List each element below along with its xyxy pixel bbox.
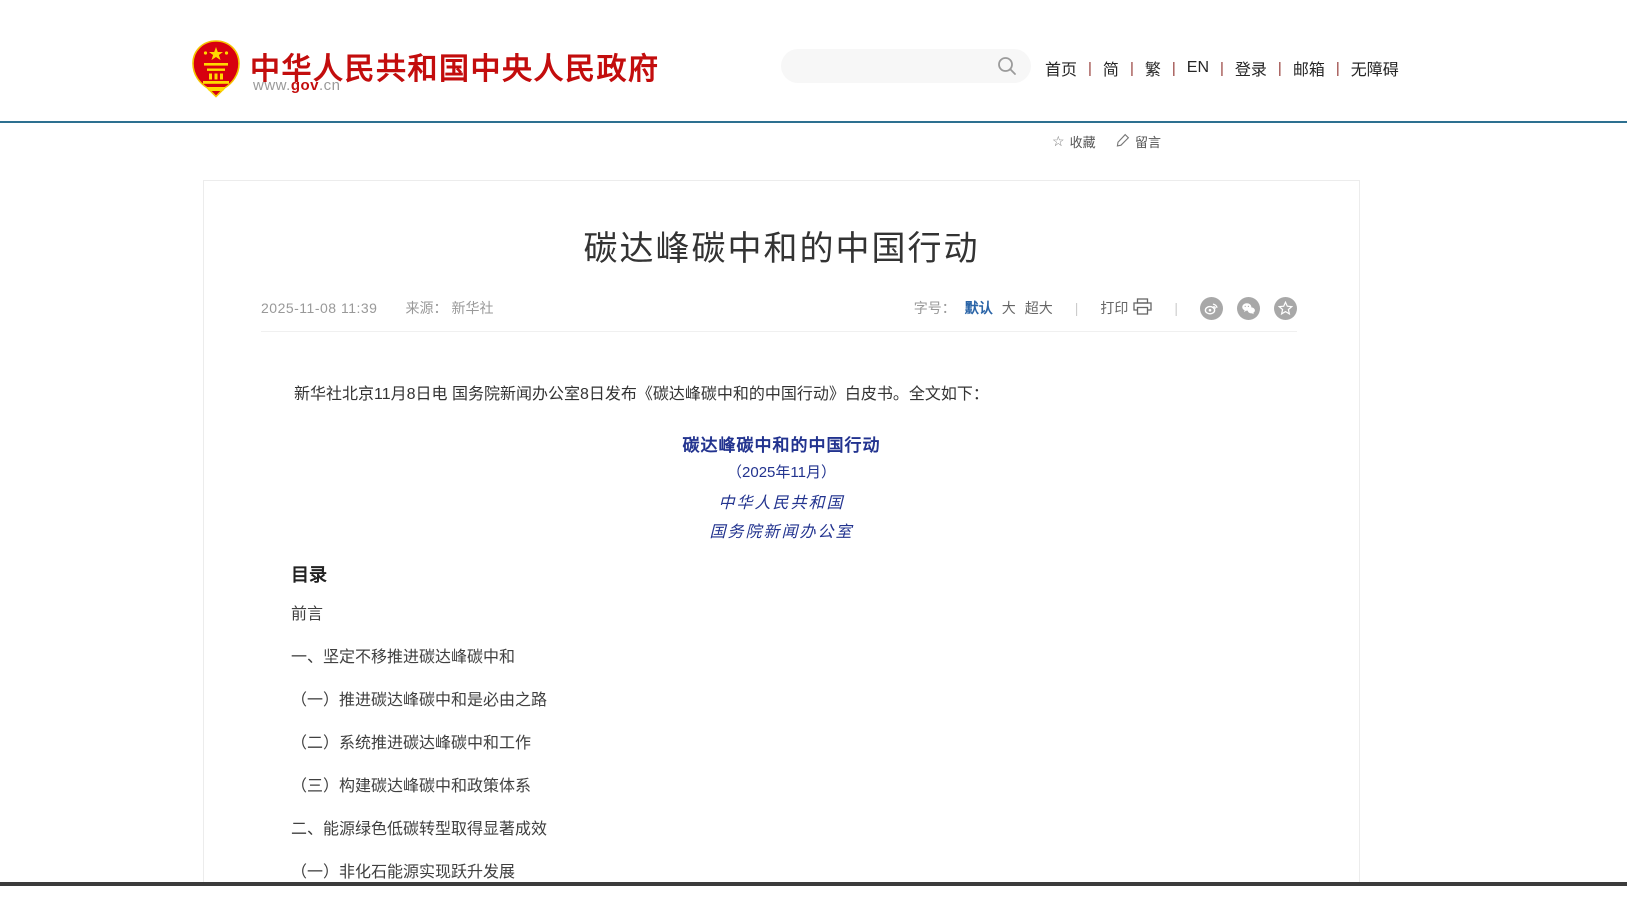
nav-home[interactable]: 首页 — [1045, 56, 1077, 80]
star-share-icon[interactable] — [1274, 297, 1297, 320]
print-label: 打印 — [1100, 298, 1128, 318]
toc-item: （一）推进碳达峰碳中和是必由之路 — [291, 691, 547, 711]
wechat-share-icon[interactable] — [1237, 297, 1260, 320]
national-emblem-icon[interactable] — [191, 40, 241, 98]
message-button[interactable]: 留言 — [1116, 132, 1161, 151]
share-icons — [1200, 297, 1297, 320]
pencil-icon — [1116, 133, 1130, 150]
toc-item: 二、能源绿色低碳转型取得显著成效 — [291, 820, 547, 840]
site-url-suffix: .cn — [319, 77, 341, 94]
favorite-label: 收藏 — [1070, 132, 1096, 151]
favorite-button[interactable]: ☆ 收藏 — [1052, 132, 1096, 151]
toc-heading: 目录 — [291, 561, 327, 587]
source-value: 新华社 — [451, 298, 493, 318]
site-url-prefix: www. — [253, 77, 291, 94]
nav-english[interactable]: EN — [1187, 59, 1209, 77]
meta-separator: | — [1075, 300, 1079, 316]
printer-icon — [1133, 298, 1152, 318]
toc-item: 一、坚定不移推进碳达峰碳中和 — [291, 648, 547, 668]
header-divider — [0, 121, 1627, 123]
site-url-highlight: gov — [291, 77, 319, 94]
nav-login[interactable]: 登录 — [1235, 56, 1267, 80]
nav-mailbox[interactable]: 邮箱 — [1293, 56, 1325, 80]
document-issuer-country: 中华人民共和国 — [204, 489, 1359, 513]
article-meta-right: 字号： 默认 大 超大 | 打印 | — [914, 297, 1297, 320]
article-title: 碳达峰碳中和的中国行动 — [204, 221, 1359, 270]
font-size-xlarge[interactable]: 超大 — [1025, 298, 1053, 318]
article-container: 碳达峰碳中和的中国行动 2025-11-08 11:39 来源： 新华社 字号：… — [203, 180, 1360, 882]
star-icon: ☆ — [1052, 133, 1065, 150]
toc-item: （二）系统推进碳达峰碳中和工作 — [291, 734, 547, 754]
nav-separator: | — [1130, 60, 1134, 77]
font-size-label: 字号： — [914, 298, 956, 318]
document-issuer-office: 国务院新闻办公室 — [204, 518, 1359, 542]
nav-simplified[interactable]: 简 — [1103, 56, 1119, 80]
site-url[interactable]: www.gov.cn — [253, 77, 341, 94]
document-title: 碳达峰碳中和的中国行动 — [204, 431, 1359, 456]
toc-item: （三）构建碳达峰碳中和政策体系 — [291, 777, 547, 797]
search-box[interactable] — [781, 49, 1031, 83]
nav-separator: | — [1278, 60, 1282, 77]
nav-separator: | — [1336, 60, 1340, 77]
font-size-large[interactable]: 大 — [1002, 298, 1016, 318]
nav-separator: | — [1172, 60, 1176, 77]
article-meta-left: 2025-11-08 11:39 来源： 新华社 — [261, 298, 493, 318]
font-size-default[interactable]: 默认 — [965, 298, 993, 318]
document-date: （2025年11月） — [204, 461, 1359, 482]
search-icon[interactable] — [996, 55, 1018, 77]
print-button[interactable]: 打印 — [1100, 298, 1152, 318]
publish-date: 2025-11-08 11:39 — [261, 300, 377, 316]
window-bottom-edge — [0, 882, 1627, 886]
toc-item: 前言 — [291, 605, 547, 625]
source-label: 来源： — [405, 298, 447, 318]
nav-separator: | — [1220, 60, 1224, 77]
search-input[interactable] — [797, 49, 997, 83]
meta-separator: | — [1174, 300, 1178, 316]
table-of-contents: 前言 一、坚定不移推进碳达峰碳中和 （一）推进碳达峰碳中和是必由之路 （二）系统… — [291, 605, 547, 882]
meta-divider — [261, 331, 1297, 332]
lead-paragraph: 新华社北京11月8日电 国务院新闻办公室8日发布《碳达峰碳中和的中国行动》白皮书… — [262, 382, 1304, 408]
article-meta: 2025-11-08 11:39 来源： 新华社 字号： 默认 大 超大 | 打… — [261, 295, 1297, 321]
top-nav: 首页 | 简 | 繁 | EN | 登录 | 邮箱 | 无障碍 — [1045, 56, 1399, 80]
nav-accessibility[interactable]: 无障碍 — [1351, 56, 1399, 80]
nav-traditional[interactable]: 繁 — [1145, 56, 1161, 80]
message-label: 留言 — [1135, 132, 1161, 151]
toc-item: （一）非化石能源实现跃升发展 — [291, 863, 547, 882]
nav-separator: | — [1088, 60, 1092, 77]
weibo-share-icon[interactable] — [1200, 297, 1223, 320]
